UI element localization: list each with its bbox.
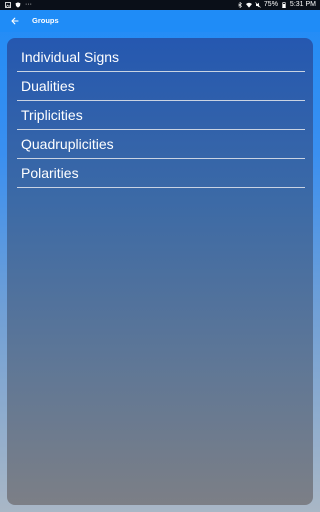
status-bar-right: 75% 5:31 PM — [237, 0, 316, 10]
back-button[interactable] — [8, 14, 22, 28]
groups-panel: Individual Signs Dualities Triplicities … — [7, 38, 313, 505]
app-bar: Groups — [0, 10, 320, 32]
status-time: 5:31 PM — [289, 1, 316, 8]
groups-list: Individual Signs Dualities Triplicities … — [17, 43, 305, 188]
list-item-individual-signs[interactable]: Individual Signs — [17, 43, 305, 72]
list-item-dualities[interactable]: Dualities — [17, 72, 305, 101]
shield-icon — [15, 2, 21, 8]
mute-icon — [255, 2, 261, 8]
overflow-dots-icon: ··· — [25, 1, 32, 8]
status-bar: ··· 75% 5:31 PM — [0, 0, 320, 10]
bluetooth-icon — [237, 2, 243, 8]
status-bar-left: ··· — [5, 0, 32, 10]
list-item-quadruplicities[interactable]: Quadruplicities — [17, 130, 305, 159]
battery-percent: 75% — [263, 1, 278, 8]
list-item-polarities[interactable]: Polarities — [17, 159, 305, 188]
arrow-left-icon — [11, 12, 19, 30]
list-item-triplicities[interactable]: Triplicities — [17, 101, 305, 130]
page-title: Groups — [32, 16, 59, 25]
wifi-icon — [245, 2, 252, 8]
battery-icon — [281, 2, 287, 8]
gallery-icon — [5, 2, 11, 8]
